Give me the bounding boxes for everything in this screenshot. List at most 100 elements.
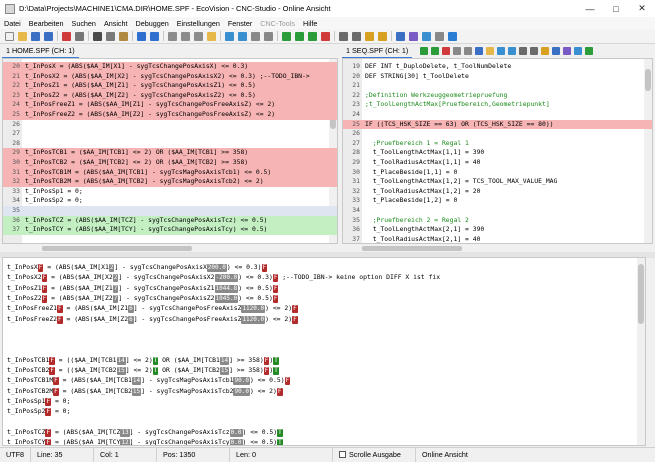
code-line[interactable]: 31 t_ToolLengthActMax[1,2] = TCS_TOOL_MA… [343, 177, 652, 187]
code-line[interactable]: 32 t_ToolRadiusActMax[1,2] = 20 [343, 187, 652, 197]
code-line[interactable]: 21 [343, 81, 652, 91]
tab-seq-spf[interactable]: 1 SEQ.SPF (CH: 1) [342, 44, 413, 59]
menu-debuggen[interactable]: Debuggen [132, 19, 173, 28]
new-file-icon[interactable] [5, 31, 14, 41]
vertical-scrollbar[interactable] [637, 258, 645, 445]
code-line[interactable]: 34 [343, 206, 652, 216]
tab-home-spf[interactable]: 1 HOME.SPF (CH: 1) [2, 44, 79, 59]
code-line[interactable]: 22 ;Definition Werkzeuggeometriepruefung [343, 91, 652, 101]
replace-icon[interactable] [194, 31, 203, 41]
save-all-icon[interactable] [44, 31, 53, 41]
right-editor[interactable]: 19 DEF INT t_DuploDelete, t_ToolNumDelete… [342, 58, 653, 244]
code-line[interactable]: 35 [3, 206, 337, 216]
code-line[interactable]: 31 t_InPosTCB1M = (ABS($AA_IM[TCB1] - syg… [3, 167, 337, 178]
uncomment-icon[interactable] [264, 31, 273, 41]
online-view-icon[interactable] [562, 47, 571, 55]
code-line[interactable]: 20 t_InPosX = (ABS($AA_IM[X1] - sygTcsCha… [3, 62, 337, 72]
horizontal-scrollbar[interactable] [2, 244, 338, 252]
toggle-breakpoint-icon[interactable] [339, 31, 348, 41]
connect-icon[interactable] [422, 31, 431, 41]
find-in-files-icon[interactable] [207, 31, 216, 41]
code-line[interactable]: 23 t_InPosZ2 = (ABS($AA_IM[Z2] - sygTcsCh… [3, 90, 337, 101]
menu-hilfe[interactable]: Hilfe [299, 19, 321, 28]
code-line[interactable]: 33 t_PlaceBeside[1,2] = 0 [343, 196, 652, 206]
redo-icon[interactable] [150, 31, 159, 41]
code-line[interactable]: 33 t_InPosSp1 = 0; [3, 187, 337, 197]
comment-icon[interactable] [251, 31, 260, 41]
compare-icon[interactable] [396, 31, 405, 41]
copy-icon[interactable] [106, 31, 115, 41]
run-icon[interactable] [584, 47, 593, 55]
save-icon[interactable] [474, 47, 483, 55]
code-line[interactable]: 24 t_InPosFreeZ1 = (ABS($AA_IM[Z1] - sygT… [3, 100, 337, 110]
go-back-icon[interactable] [419, 47, 428, 55]
outdent-icon[interactable] [507, 47, 516, 55]
scroll-output-checkbox[interactable] [338, 450, 346, 458]
menu-bearbeiten[interactable]: Bearbeiten [25, 19, 68, 28]
code-line[interactable]: 32 t_InPosTCB2M = (ABS($AA_IM[TCB2] - syg… [3, 177, 337, 187]
step-icon[interactable] [529, 47, 538, 55]
code-line[interactable]: 36 t_ToolLengthActMax[2,1] = 390 [343, 225, 652, 235]
code-line[interactable]: 30 t_PlaceBeside[1,1] = 0 [343, 168, 652, 178]
toggle-breakpoint-icon[interactable] [518, 47, 527, 55]
replace-icon[interactable] [463, 47, 472, 55]
code-line[interactable]: 22 t_InPosZ1 = (ABS($AA_IM[Z1] - sygTcsCh… [3, 81, 337, 91]
find-icon[interactable] [168, 31, 177, 41]
go-back-icon[interactable] [282, 31, 291, 41]
find-icon[interactable] [452, 47, 461, 55]
left-editor[interactable]: 20 t_InPosX = (ABS($AA_IM[X1] - sygTcsCha… [2, 58, 338, 244]
code-line[interactable]: 28 t_ToolLengthActMax[1,1] = 390 [343, 148, 652, 158]
run-icon[interactable] [308, 31, 317, 41]
code-line[interactable]: 21 t_InPosX2 = (ABS($AA_IM[X2] - sygTcsCh… [3, 71, 337, 82]
menu-fenster[interactable]: Fenster [224, 19, 256, 28]
code-line[interactable]: 28 [3, 139, 337, 149]
outdent-icon[interactable] [238, 31, 247, 41]
scrollbar-thumb[interactable] [362, 246, 462, 251]
open-folder-icon[interactable] [18, 31, 27, 41]
code-line[interactable]: 37 t_InPosTCY = (ABS($AA_IM[TCY] - sygTcs… [3, 225, 337, 235]
code-line[interactable]: 35 ;Pruefbereich 2 = Regal 2 [343, 216, 652, 226]
scroll-output-toggle[interactable]: Scrolle Ausgabe [333, 447, 416, 462]
next-bookmark-icon[interactable] [378, 31, 387, 41]
close-file-icon[interactable] [62, 31, 71, 41]
code-line[interactable]: 36 t_InPosTCZ = (ABS($AA_IM[TCZ] - sygTcs… [3, 215, 337, 226]
code-line[interactable]: 26 [343, 129, 652, 139]
menu-ansicht[interactable]: Ansicht [100, 19, 132, 28]
go-forward-icon[interactable] [430, 47, 439, 55]
code-line[interactable]: 25 IF ((TCS_HSK_SIZE == 63) OR (TCS_HSK_S… [343, 119, 652, 130]
code-line[interactable]: 37 t_ToolRadiusActMax[2,1] = 40 [343, 235, 652, 243]
find-next-icon[interactable] [181, 31, 190, 41]
stop-icon[interactable] [321, 31, 330, 41]
code-line[interactable]: 23 ;t_ToolLengthActMax[Pruefbereich,Geome… [343, 100, 652, 110]
code-line[interactable]: 34 t_InPosSp2 = 0; [3, 196, 337, 206]
code-line[interactable]: 27 ;Pruefbereich 1 = Regal 1 [343, 139, 652, 149]
code-line[interactable]: 19 DEF INT t_DuploDelete, t_ToolNumDelete [343, 62, 652, 72]
step-icon[interactable] [352, 31, 361, 41]
code-line[interactable]: 24 [343, 110, 652, 120]
indent-icon[interactable] [225, 31, 234, 41]
scrollbar-thumb[interactable] [42, 246, 192, 251]
help-icon[interactable] [448, 31, 457, 41]
settings-icon[interactable] [435, 31, 444, 41]
code-line[interactable]: 29 t_InPosTCB1 = ($AA_IM[TCB1] <= 2) OR (… [3, 148, 337, 158]
paste-icon[interactable] [119, 31, 128, 41]
online-view-icon[interactable] [409, 31, 418, 41]
code-line[interactable]: 29 t_ToolRadiusActMax[1,1] = 40 [343, 158, 652, 168]
connect-icon[interactable] [573, 47, 582, 55]
menu-datei[interactable]: Datei [0, 19, 25, 28]
code-line[interactable]: 30 t_InPosTCB2 = ($AA_IM[TCB2] <= 2) OR (… [3, 158, 337, 168]
menu-einstellungen[interactable]: Einstellungen [173, 19, 224, 28]
bookmark-icon[interactable] [365, 31, 374, 41]
indent-icon[interactable] [496, 47, 505, 55]
bookmark-icon[interactable] [540, 47, 549, 55]
code-line[interactable]: 26 [3, 120, 337, 130]
print-icon[interactable] [75, 31, 84, 41]
maximize-icon[interactable]: □ [603, 0, 629, 17]
minimize-icon[interactable]: — [577, 0, 603, 17]
code-line[interactable]: 27 [3, 129, 337, 139]
horizontal-scrollbar[interactable] [342, 244, 653, 252]
close-icon[interactable]: ✕ [629, 0, 655, 17]
save-icon[interactable] [31, 31, 40, 41]
menu-suchen[interactable]: Suchen [68, 19, 100, 28]
compare-icon[interactable] [551, 47, 560, 55]
